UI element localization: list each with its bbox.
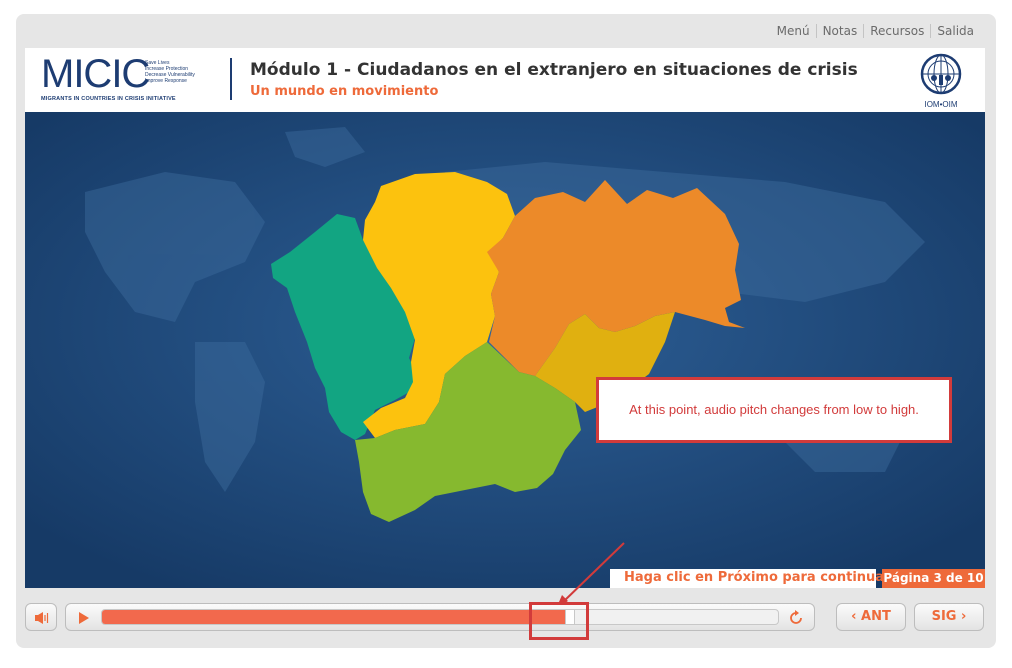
nav-menu[interactable]: Menú [771,24,816,38]
playbar [65,603,815,631]
annotation-callout: At this point, audio pitch changes from … [596,377,952,443]
logo-subline: MIGRANTS IN COUNTRIES IN CRISIS INITIATI… [41,96,176,102]
progress-fill [102,610,565,624]
iom-label: IOM•OIM [924,100,958,109]
micic-logo: MICIC Save Lives Increase Protection Dec… [41,52,211,104]
page-indicator: Página 3 de 10 [882,569,985,588]
logo-name: MICIC [41,52,150,96]
chevron-left-icon: ‹ [851,609,862,624]
continue-banner: Haga clic en Próximo para continuar [610,569,890,588]
prev-button[interactable]: ‹ ANT [836,603,906,631]
speaker-icon [35,612,49,624]
iom-logo: IOM•OIM [913,52,969,110]
continue-text: Haga clic en Próximo para continuar [624,570,891,585]
progress-highlight-box [529,602,589,640]
slide-stage [25,112,985,588]
iom-globe-icon [920,53,962,95]
nav-resources[interactable]: Recursos [863,24,930,38]
progress-track[interactable] [101,609,779,625]
prev-label: ANT [861,609,891,624]
next-label: SIG [931,609,957,624]
module-subtitle: Un mundo en movimiento [250,84,439,99]
course-player: Menú Notas Recursos Salida MICIC Save Li… [16,14,996,648]
volume-button[interactable] [25,603,57,631]
callout-text: At this point, audio pitch changes from … [629,402,919,417]
play-icon[interactable] [78,611,90,625]
header-divider [230,58,232,100]
chevron-right-icon: › [956,609,967,624]
nav-notes[interactable]: Notas [815,24,864,38]
logo-taglines: Save Lives Increase Protection Decrease … [145,60,195,84]
top-nav: Menú Notas Recursos Salida [771,24,980,38]
replay-icon[interactable] [788,610,804,626]
world-map-background [25,112,985,588]
next-button[interactable]: SIG › [914,603,984,631]
module-title: Módulo 1 - Ciudadanos en el extranjero e… [250,60,858,80]
course-header: MICIC Save Lives Increase Protection Dec… [25,48,985,112]
nav-exit[interactable]: Salida [930,24,980,38]
playback-controls: ‹ ANT SIG › [16,600,996,640]
